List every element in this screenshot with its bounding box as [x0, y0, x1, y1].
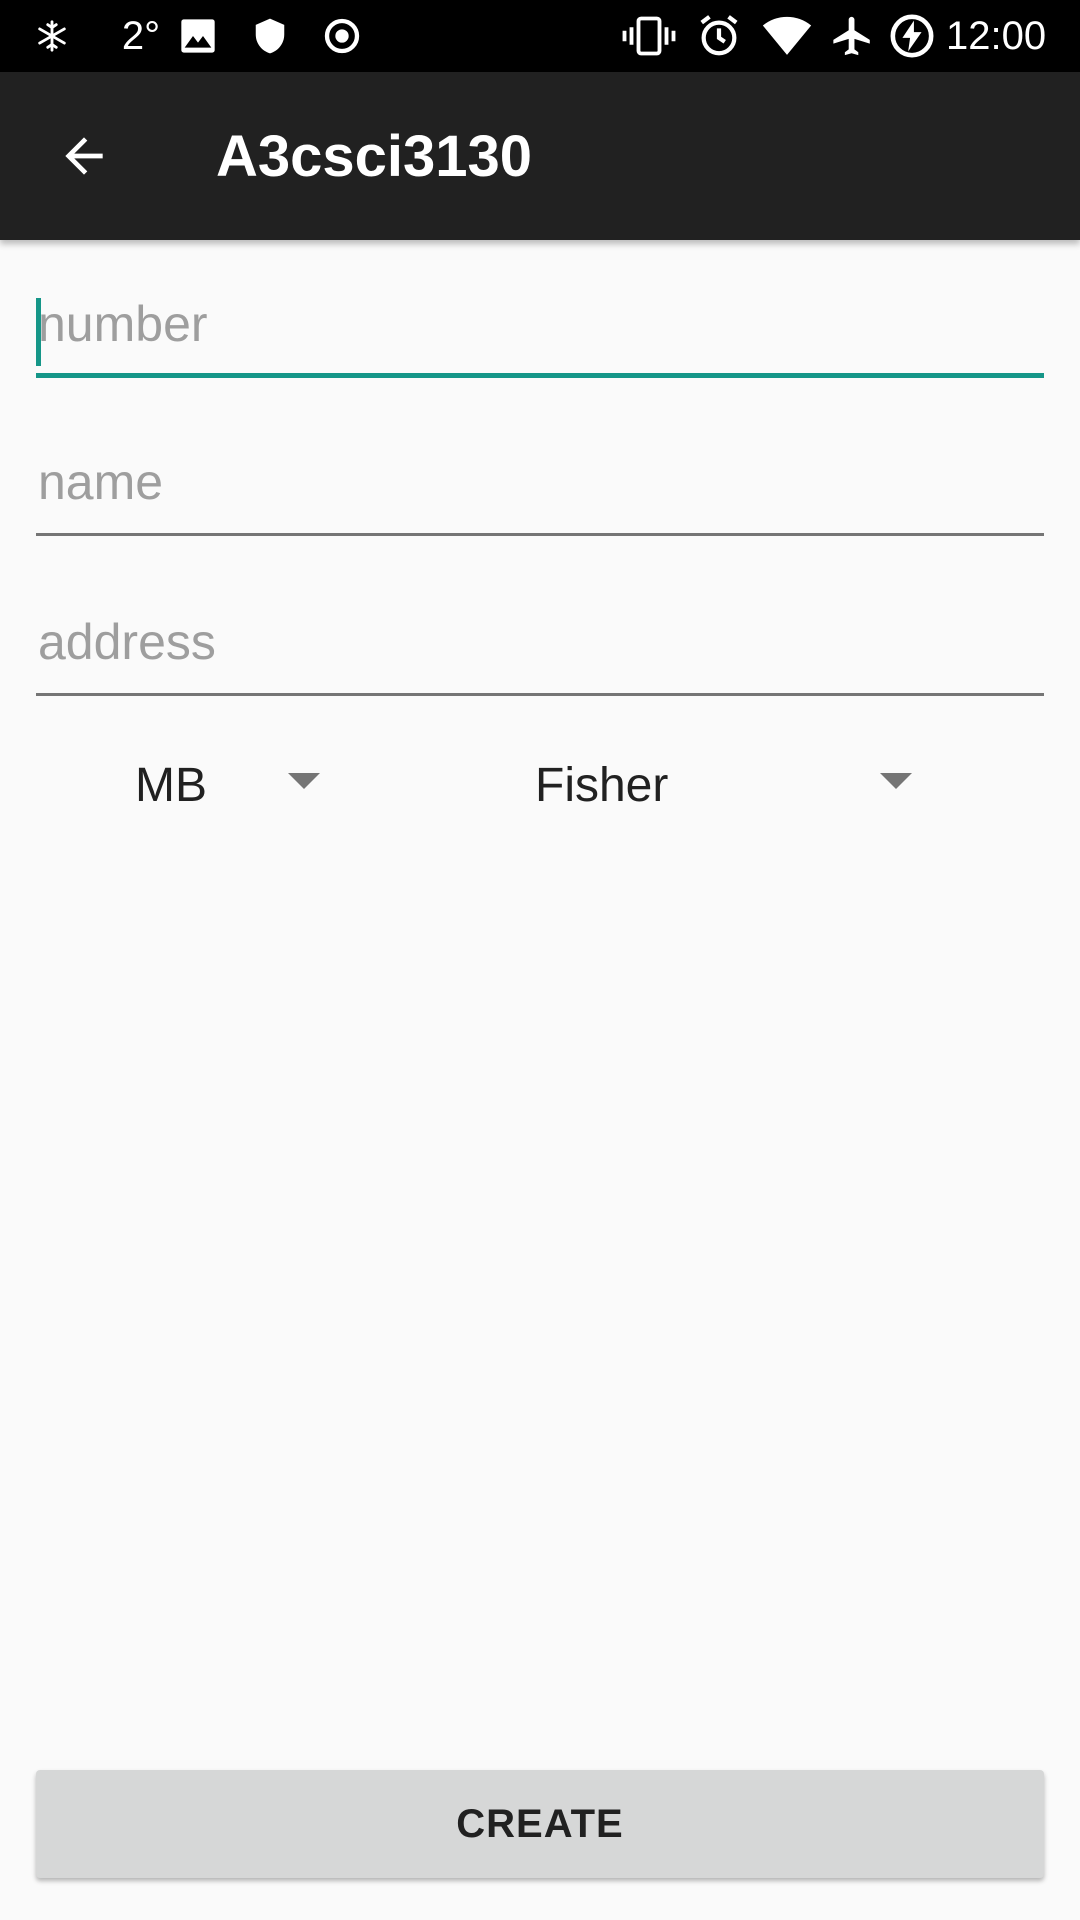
battery-charging-icon	[888, 0, 936, 72]
page-title: A3csci3130	[216, 123, 533, 189]
number-field[interactable]	[36, 278, 1044, 378]
arrow-left-icon	[56, 128, 112, 184]
shield-icon	[248, 0, 292, 72]
airplane-icon	[826, 0, 876, 72]
name-underline	[36, 533, 1044, 536]
back-button[interactable]	[36, 108, 132, 204]
business-spinner[interactable]: Fisher	[520, 740, 940, 830]
address-field[interactable]	[36, 596, 1044, 696]
image-icon	[176, 0, 220, 72]
business-selected: Fisher	[535, 758, 669, 812]
target-icon	[320, 0, 364, 72]
app-bar: A3csci3130	[0, 72, 1080, 240]
snowflake-icon	[32, 0, 72, 72]
address-underline	[36, 693, 1044, 696]
status-bar: 2° 12:00	[0, 0, 1080, 72]
vibrate-icon	[620, 0, 678, 72]
name-field[interactable]	[36, 436, 1044, 536]
alarm-icon	[694, 0, 744, 72]
wifi-icon	[760, 0, 814, 72]
province-selected: MB	[135, 758, 207, 812]
clock-time: 12:00	[946, 13, 1047, 58]
name-input[interactable]	[36, 436, 1044, 528]
number-underline	[36, 373, 1044, 378]
province-spinner[interactable]: MB	[120, 740, 340, 830]
dropdown-arrow-icon	[880, 773, 912, 789]
text-cursor	[36, 298, 41, 366]
number-input[interactable]	[36, 278, 1044, 370]
temperature-text: 2°	[121, 13, 161, 58]
create-button[interactable]: CREATE	[36, 1770, 1044, 1878]
dropdown-arrow-icon	[288, 773, 320, 789]
address-input[interactable]	[36, 596, 1044, 688]
